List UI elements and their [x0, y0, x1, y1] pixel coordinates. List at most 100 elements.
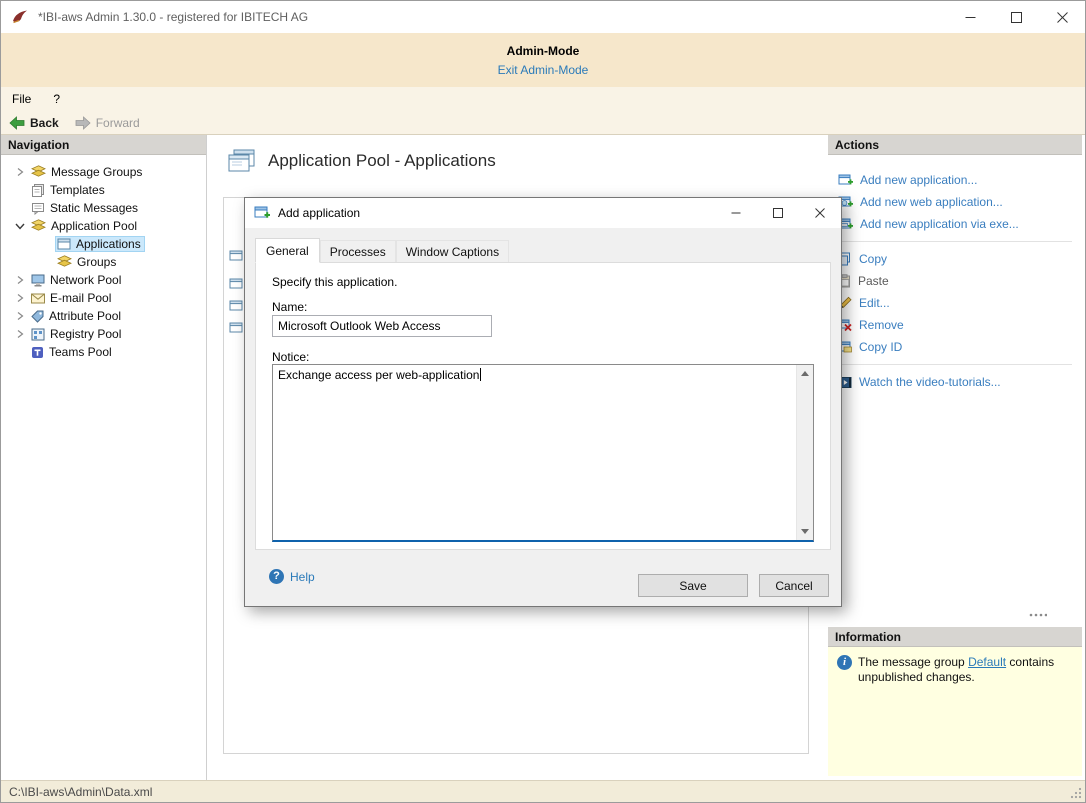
help-label: Help — [290, 570, 315, 584]
navigation-panel: Navigation Message Groups Templates Stat… — [1, 135, 207, 780]
teams-pool-icon — [31, 346, 44, 359]
action-edit[interactable]: Edit... — [828, 292, 1082, 314]
sidebar-item-label: Message Groups — [51, 165, 142, 179]
default-group-link[interactable]: Default — [968, 655, 1006, 669]
window-title: *IBI-aws Admin 1.30.0 - registered for I… — [38, 10, 308, 24]
registry-pool-icon — [31, 328, 45, 341]
cancel-button[interactable]: Cancel — [759, 574, 829, 597]
actions-panel: Actions Add new application... Add new w… — [828, 135, 1082, 780]
message-groups-icon — [31, 165, 46, 179]
admin-mode-banner: Admin-Mode Exit Admin-Mode — [1, 33, 1085, 87]
forward-arrow-icon — [75, 116, 91, 130]
sidebar-item-label: Templates — [50, 183, 105, 197]
action-copy[interactable]: Copy — [828, 248, 1082, 270]
sidebar-item-groups[interactable]: Groups — [1, 253, 206, 271]
tab-window-captions[interactable]: Window Captions — [396, 240, 509, 264]
scroll-up-icon[interactable] — [797, 365, 813, 382]
panel-splitter-grip[interactable] — [1029, 613, 1047, 617]
navigation-tree: Message Groups Templates Static Messages… — [1, 155, 206, 361]
help-icon: ? — [269, 569, 284, 584]
notice-field: Exchange access per web-application — [272, 364, 814, 542]
title-bar: *IBI-aws Admin 1.30.0 - registered for I… — [1, 1, 1085, 33]
menu-help[interactable]: ? — [42, 88, 71, 110]
sidebar-item-teams-pool[interactable]: Teams Pool — [1, 343, 206, 361]
sidebar-item-label: Groups — [77, 255, 116, 269]
chevron-right-icon[interactable] — [13, 329, 27, 339]
action-add-new-web-application[interactable]: Add new web application... — [828, 191, 1082, 213]
chevron-right-icon[interactable] — [13, 275, 27, 285]
application-pool-page-icon — [228, 149, 256, 173]
sidebar-item-label: E-mail Pool — [50, 291, 111, 305]
actions-list: Add new application... Add new web appli… — [828, 155, 1082, 627]
help-link[interactable]: ? Help — [269, 569, 315, 584]
toolbar: Back Forward — [1, 111, 1085, 135]
sidebar-item-attribute-pool[interactable]: Attribute Pool — [1, 307, 206, 325]
exit-admin-mode-link[interactable]: Exit Admin-Mode — [498, 63, 589, 77]
actions-header: Actions — [828, 135, 1082, 155]
status-path: C:\IBI-aws\Admin\Data.xml — [9, 785, 152, 799]
tab-general[interactable]: General — [255, 238, 320, 263]
list-row-icon[interactable] — [229, 250, 243, 261]
dialog-maximize-button[interactable] — [757, 198, 799, 228]
app-logo-icon — [11, 9, 29, 25]
back-button[interactable]: Back — [1, 114, 67, 132]
email-pool-icon — [31, 293, 45, 304]
static-messages-icon — [31, 202, 45, 215]
action-watch-video-tutorials[interactable]: Watch the video-tutorials... — [828, 371, 1082, 393]
sidebar-item-application-pool[interactable]: Application Pool — [1, 217, 206, 235]
resize-grip[interactable] — [1070, 787, 1082, 799]
forward-label: Forward — [96, 116, 140, 130]
scroll-down-icon[interactable] — [797, 523, 813, 540]
network-pool-icon — [31, 274, 45, 287]
close-button[interactable] — [1039, 1, 1085, 33]
status-bar: C:\IBI-aws\Admin\Data.xml — [1, 780, 1085, 802]
action-copy-id[interactable]: Copy ID — [828, 336, 1082, 358]
sidebar-item-label: Application Pool — [51, 219, 137, 233]
sidebar-item-message-groups[interactable]: Message Groups — [1, 163, 206, 181]
dialog-minimize-button[interactable] — [715, 198, 757, 228]
sidebar-item-email-pool[interactable]: E-mail Pool — [1, 289, 206, 307]
sidebar-item-static-messages[interactable]: Static Messages — [1, 199, 206, 217]
applications-icon — [57, 238, 71, 250]
action-paste[interactable]: Paste — [828, 270, 1082, 292]
add-application-icon — [838, 174, 853, 187]
chevron-down-icon[interactable] — [13, 222, 27, 230]
attribute-pool-icon — [31, 310, 44, 323]
list-row-icon[interactable] — [229, 322, 243, 333]
chevron-right-icon[interactable] — [13, 311, 27, 321]
scrollbar-track[interactable] — [797, 382, 813, 523]
sidebar-item-network-pool[interactable]: Network Pool — [1, 271, 206, 289]
tab-processes[interactable]: Processes — [320, 240, 396, 264]
minimize-button[interactable] — [947, 1, 993, 33]
sidebar-item-label: Static Messages — [50, 201, 138, 215]
add-application-dialog: Add application General Processes Window… — [244, 197, 842, 607]
list-row-icon[interactable] — [229, 278, 243, 289]
page-title: Application Pool - Applications — [268, 151, 496, 171]
sidebar-item-registry-pool[interactable]: Registry Pool — [1, 325, 206, 343]
dialog-title-bar: Add application — [245, 198, 841, 228]
action-add-new-application-via-exe[interactable]: Add new application via exe... — [828, 213, 1082, 235]
groups-icon — [57, 255, 72, 269]
action-add-new-application[interactable]: Add new application... — [828, 169, 1082, 191]
list-row-icon[interactable] — [229, 300, 243, 311]
menu-bar: File ? — [1, 87, 1085, 111]
notice-scrollbar[interactable] — [796, 365, 813, 540]
chevron-right-icon[interactable] — [13, 293, 27, 303]
save-button[interactable]: Save — [638, 574, 748, 597]
text-cursor — [480, 368, 481, 381]
actions-separator — [838, 241, 1072, 242]
name-input[interactable] — [272, 315, 492, 337]
tab-general-page: Specify this application. Name: Notice: … — [255, 262, 831, 550]
notice-textarea[interactable]: Exchange access per web-application — [273, 365, 796, 540]
sidebar-item-label: Attribute Pool — [49, 309, 121, 323]
sidebar-item-templates[interactable]: Templates — [1, 181, 206, 199]
forward-button[interactable]: Forward — [67, 114, 148, 132]
dialog-close-button[interactable] — [799, 198, 841, 228]
app-window: *IBI-aws Admin 1.30.0 - registered for I… — [0, 0, 1086, 803]
action-remove[interactable]: Remove — [828, 314, 1082, 336]
sidebar-item-applications[interactable]: Applications — [1, 235, 206, 253]
maximize-button[interactable] — [993, 1, 1039, 33]
menu-file[interactable]: File — [1, 88, 42, 110]
chevron-right-icon[interactable] — [13, 167, 27, 177]
navigation-header: Navigation — [1, 135, 206, 155]
